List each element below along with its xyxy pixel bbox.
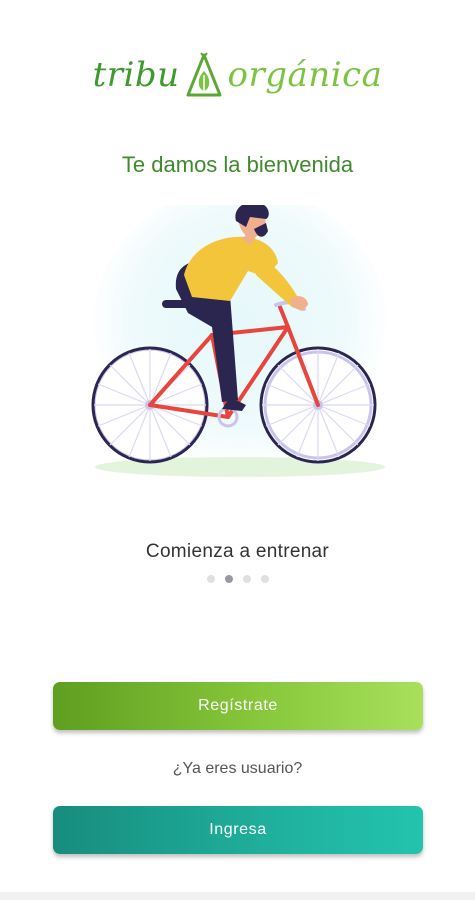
cyclist-illustration bbox=[90, 205, 390, 485]
bottom-bar bbox=[0, 892, 475, 900]
logo-text-organica: orgánica bbox=[227, 55, 383, 95]
page-dot[interactable] bbox=[260, 575, 269, 583]
login-button[interactable]: Ingresa bbox=[53, 806, 423, 854]
app-logo: tribu orgánica bbox=[0, 40, 475, 110]
logo-text-tribu: tribu bbox=[92, 55, 180, 95]
welcome-title: Te damos la bienvenida bbox=[121, 152, 354, 177]
page-dot[interactable] bbox=[242, 575, 251, 583]
page-dot[interactable] bbox=[206, 575, 215, 583]
tent-leaf-icon bbox=[186, 52, 222, 97]
page-indicator[interactable] bbox=[0, 575, 475, 583]
page-dot-active[interactable] bbox=[224, 575, 233, 583]
already-user-link[interactable]: ¿Ya eres usuario? bbox=[0, 760, 475, 778]
register-button[interactable]: Regístrate bbox=[53, 682, 423, 730]
slide-caption: Comienza a entrenar bbox=[145, 541, 330, 562]
